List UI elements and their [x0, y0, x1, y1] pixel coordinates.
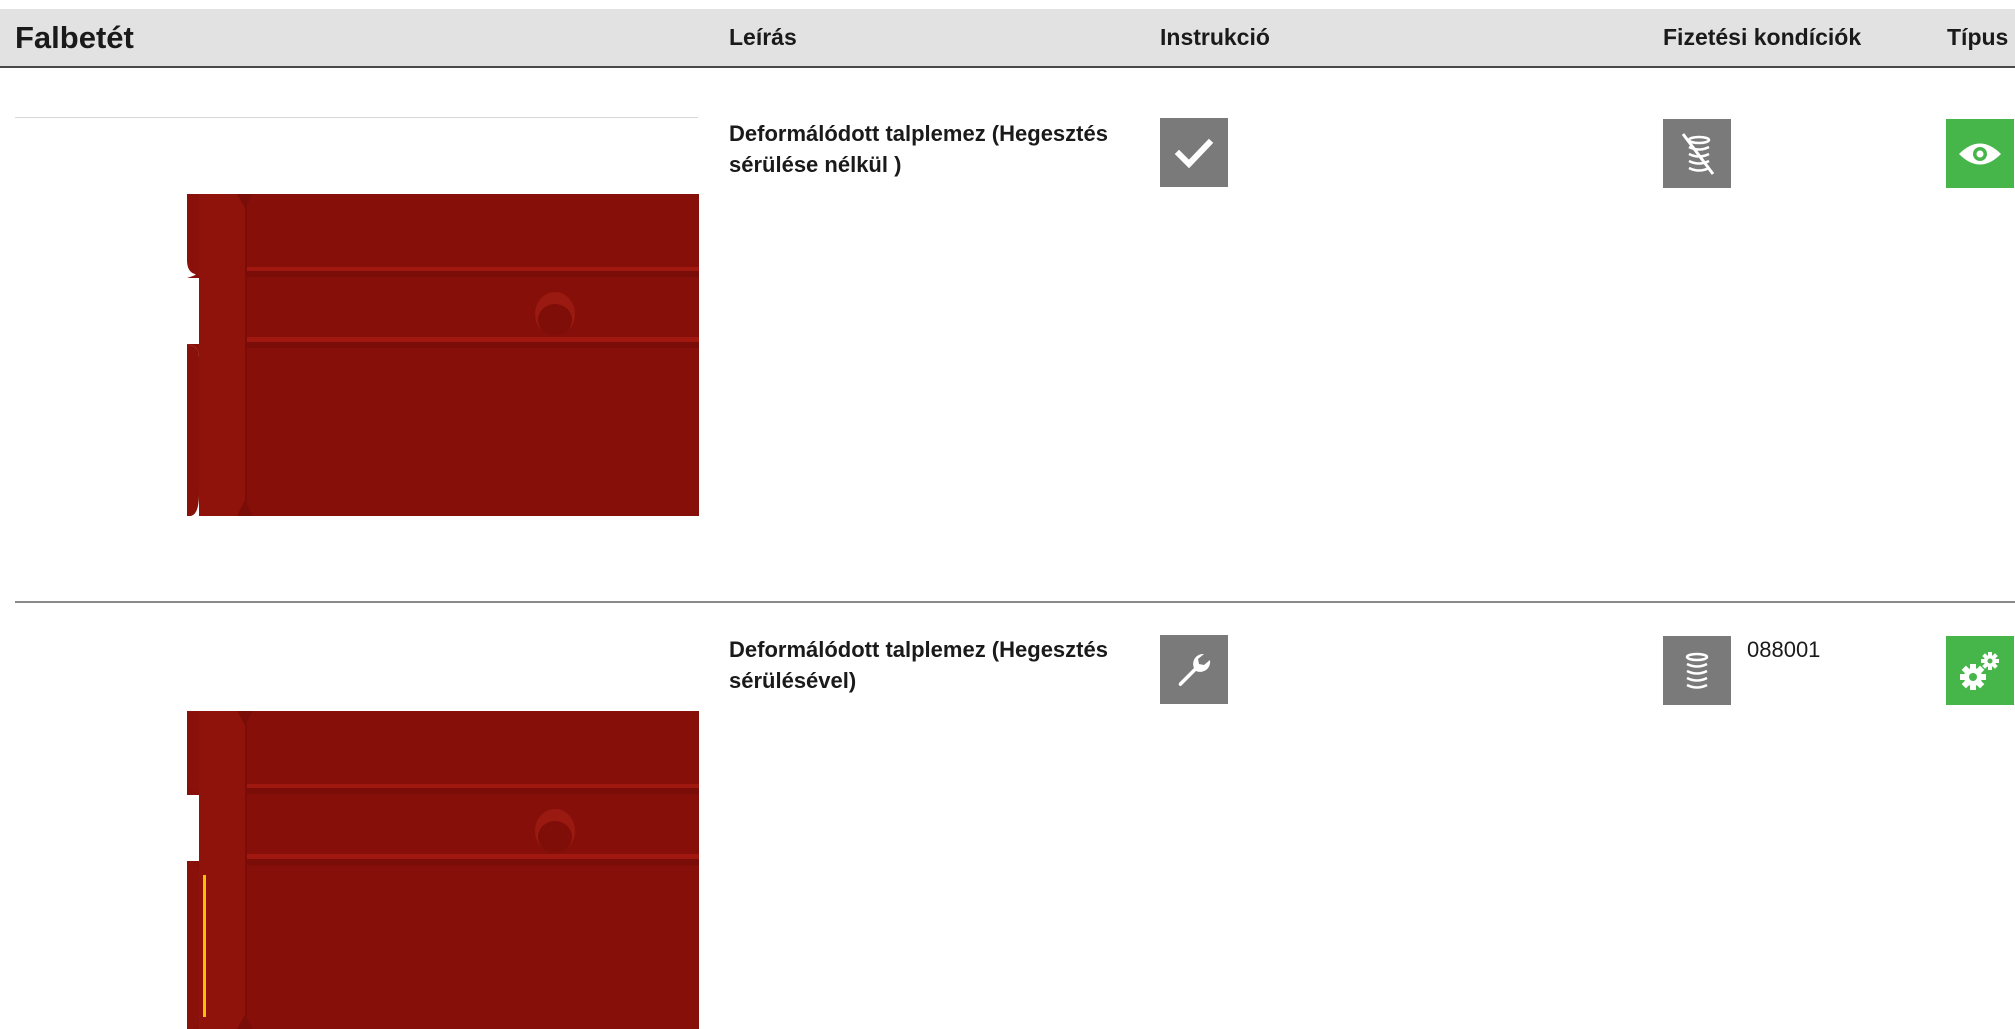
part-image — [187, 194, 699, 516]
type-eye-icon[interactable] — [1946, 119, 2014, 188]
weld-damage-highlight — [203, 875, 206, 1017]
row-description: Deformálódott talplemez (Hegesztés sérül… — [729, 637, 1108, 693]
instruction-wrench-icon[interactable] — [1160, 635, 1228, 704]
part-image — [187, 711, 699, 1029]
page: Falbetét Leírás Instrukció Fizetési kond… — [0, 0, 2015, 1029]
table-row: Deformálódott talplemez (Hegesztés sérül… — [0, 66, 2015, 601]
payment-code: 088001 — [1747, 637, 1821, 662]
table-header: Falbetét Leírás Instrukció Fizetési kond… — [0, 9, 2015, 68]
type-gears-icon[interactable] — [1946, 636, 2014, 705]
column-header-description: Leírás — [729, 24, 797, 50]
column-header-type: Típus — [1947, 24, 2009, 50]
payment-coins-icon[interactable] — [1663, 636, 1731, 705]
instruction-checkmark-icon[interactable] — [1160, 118, 1228, 187]
row-divider — [15, 117, 698, 118]
page-title: Falbetét — [15, 20, 134, 55]
column-header-payment: Fizetési kondíciók — [1663, 24, 1862, 50]
row-divider — [15, 601, 2015, 603]
table-row: Deformálódott talplemez (Hegesztés sérül… — [0, 601, 2015, 1029]
row-description: Deformálódott talplemez (Hegesztés sérül… — [729, 121, 1108, 177]
payment-coins-crossed-icon[interactable] — [1663, 119, 1731, 188]
column-header-instruction: Instrukció — [1160, 24, 1270, 50]
